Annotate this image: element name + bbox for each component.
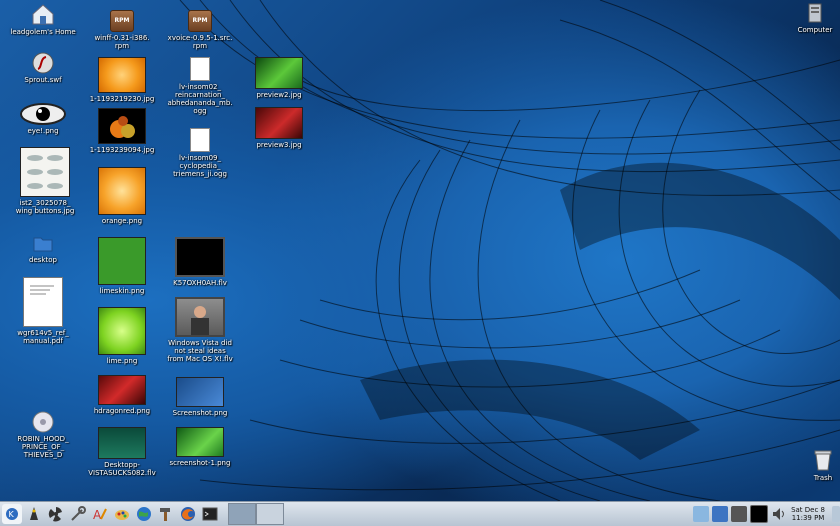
limeskin-image-icon[interactable]: limeskin.png <box>87 237 157 295</box>
image-thumbnail <box>20 147 70 197</box>
desktop-2[interactable] <box>256 503 284 525</box>
image-thumbnail <box>176 377 224 407</box>
image-thumbnail <box>176 427 224 457</box>
ogg-file-icon-2[interactable]: lv-insom09_ cyclopedia_ triemens_ji.ogg <box>165 128 235 178</box>
tools-icon[interactable] <box>68 504 88 524</box>
icon-label: 1-1193219230.jpg <box>89 95 155 103</box>
kmenu-icon[interactable]: K <box>2 504 22 524</box>
document-icon <box>190 57 210 81</box>
trash-icon[interactable]: Trash <box>798 448 840 482</box>
rpm-package-icon[interactable]: RPM winff-0.31-i386. rpm <box>87 10 157 50</box>
fruit-image-icon[interactable]: 1-1193239094.jpg <box>87 108 157 154</box>
pdf-file-icon[interactable]: wgr614v5_ref_ manual.pdf <box>8 277 78 345</box>
icon-label: 1-1193239094.jpg <box>89 146 155 154</box>
video-file-icon[interactable]: Desktopp- VISTASUCKS082.flv <box>87 427 157 477</box>
fan-icon[interactable] <box>46 504 66 524</box>
orange-image-icon[interactable]: 1-1193219230.jpg <box>87 57 157 103</box>
icon-label: lime.png <box>106 357 138 365</box>
image-thumbnail <box>255 107 303 139</box>
clock[interactable]: Sat Dec 8 11:39 PM <box>787 506 829 522</box>
taskbar: K A Sat Dec 8 11:39 PM <box>0 501 840 526</box>
document-icon <box>190 128 210 152</box>
icon-label: Desktopp- VISTASUCKS082.flv <box>88 461 156 477</box>
icon-label: Sprout.swf <box>24 76 62 84</box>
vista-video-icon[interactable]: Windows Vista did not steal ideas from M… <box>165 297 235 363</box>
svg-text:A: A <box>93 508 102 522</box>
icon-label: hdragonred.png <box>93 407 151 415</box>
home-folder-icon[interactable]: leadgolem's Home <box>8 2 78 36</box>
icon-label: desktop <box>29 256 57 264</box>
icon-label: limeskin.png <box>99 287 145 295</box>
eye-image-icon[interactable]: eye!.png <box>8 103 78 135</box>
icon-label: leadgolem's Home <box>10 28 76 36</box>
icon-label: wgr614v5_ref_ manual.pdf <box>17 329 69 345</box>
wing-buttons-image-icon[interactable]: ist2_3025078_ wing buttons.jpg <box>10 147 80 215</box>
hammer-icon[interactable] <box>156 504 176 524</box>
icon-label: orange.png <box>101 217 143 225</box>
icon-label: ist2_3025078_ wing buttons.jpg <box>15 199 75 215</box>
computer-icon[interactable]: Computer <box>790 2 840 34</box>
package-icon: RPM <box>188 10 212 32</box>
icon-label: screenshot-1.png <box>169 459 231 467</box>
image-thumbnail <box>98 307 146 355</box>
virtual-desktop-pager[interactable] <box>228 503 284 525</box>
terminal-icon[interactable] <box>200 504 220 524</box>
preview2-image-icon[interactable]: preview2.jpg <box>244 57 314 99</box>
paint-icon[interactable] <box>112 504 132 524</box>
image-thumbnail <box>98 237 146 285</box>
video-thumbnail <box>98 427 146 459</box>
icon-label: K57OXH0AH.flv <box>173 279 227 287</box>
desktop-1[interactable] <box>228 503 256 525</box>
icon-label: winff-0.31-i386. rpm <box>94 34 150 50</box>
screenshot-1-image-icon[interactable]: screenshot-1.png <box>165 427 235 467</box>
clock-time: 11:39 PM <box>791 514 825 522</box>
desktop-wallpaper[interactable]: leadgolem's Home Sprout.swf eye!.png ist… <box>0 0 840 501</box>
icon-label: preview3.jpg <box>256 141 302 149</box>
clock-date: Sat Dec 8 <box>791 506 825 514</box>
lime-image-icon[interactable]: lime.png <box>87 307 157 365</box>
icon-label: lv-insom02_ reincarnation_ abhedananda_m… <box>167 83 233 115</box>
image-thumbnail <box>98 108 146 144</box>
globe-icon[interactable] <box>134 504 154 524</box>
volume-icon[interactable] <box>771 506 787 522</box>
dvd-icon[interactable]: ROBIN_HOOD_ PRINCE_OF_ THIEVES_D <box>8 411 78 459</box>
icon-label: ROBIN_HOOD_ PRINCE_OF_ THIEVES_D <box>17 435 69 459</box>
icon-label: eye!.png <box>27 127 59 135</box>
package-icon: RPM <box>110 10 134 32</box>
image-thumbnail <box>255 57 303 89</box>
flash-file-icon[interactable]: Sprout.swf <box>8 52 78 84</box>
bluetooth-icon[interactable] <box>712 506 729 522</box>
server-icon[interactable] <box>731 506 748 522</box>
firefox-icon[interactable] <box>178 504 198 524</box>
system-monitor-icon[interactable] <box>750 505 769 523</box>
video-thumbnail <box>175 297 225 337</box>
flv-file-icon[interactable]: K57OXH0AH.flv <box>165 237 235 287</box>
document-thumbnail <box>23 277 63 327</box>
orange-png-icon[interactable]: orange.png <box>87 167 157 225</box>
icon-label: Computer <box>797 26 833 34</box>
hdragon-image-icon[interactable]: hdragonred.png <box>87 375 157 415</box>
icon-label: Screenshot.png <box>172 409 228 417</box>
icon-label: preview2.jpg <box>256 91 302 99</box>
network-icon[interactable] <box>693 506 710 522</box>
video-thumbnail <box>175 237 225 277</box>
system-tray: Sat Dec 8 11:39 PM <box>690 502 840 526</box>
image-thumbnail <box>98 167 146 215</box>
text-editor-icon[interactable]: A <box>90 504 110 524</box>
ogg-file-icon[interactable]: lv-insom02_ reincarnation_ abhedananda_m… <box>165 57 235 115</box>
icon-label: lv-insom09_ cyclopedia_ triemens_ji.ogg <box>173 154 227 178</box>
wizard-icon[interactable] <box>24 504 44 524</box>
folder-icon[interactable]: desktop <box>8 232 78 264</box>
icon-label: Trash <box>813 474 833 482</box>
svg-text:K: K <box>9 510 15 519</box>
icon-label: Windows Vista did not steal ideas from M… <box>167 339 233 363</box>
show-desktop-icon[interactable] <box>832 506 840 522</box>
screenshot-image-icon[interactable]: Screenshot.png <box>165 377 235 417</box>
icon-label: xvoice-0.9.5-1.src. rpm <box>167 34 233 50</box>
image-thumbnail <box>98 375 146 405</box>
preview3-image-icon[interactable]: preview3.jpg <box>244 107 314 149</box>
image-thumbnail <box>98 57 146 93</box>
rpm-package-icon-2[interactable]: RPM xvoice-0.9.5-1.src. rpm <box>165 10 235 50</box>
